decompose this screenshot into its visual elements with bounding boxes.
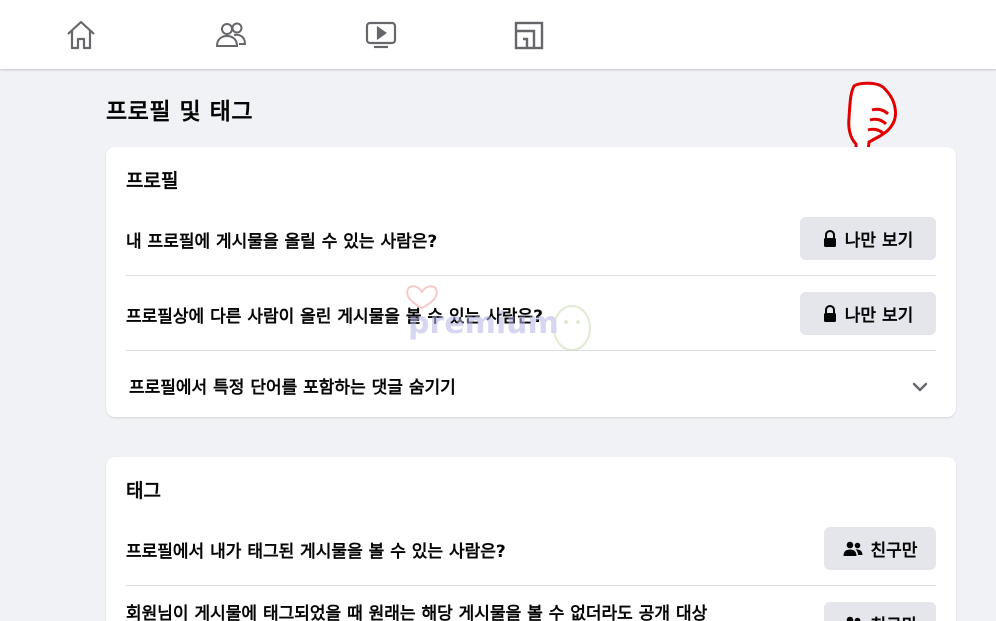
divider [126,350,936,351]
divider [126,585,936,586]
marketplace-icon[interactable] [512,18,546,52]
others-posts-visibility-button[interactable]: 나만 보기 [800,292,936,335]
tagged-audience-label: 회원님이 게시물에 태그되었을 때 원래는 해당 게시물을 볼 수 없더라도 공… [126,604,708,621]
tagged-posts-visibility-value: 친구만 [870,541,918,561]
tagged-audience-value: 친구만 [871,611,918,621]
profile-post-permission-value: 나만 보기 [844,231,914,251]
profile-section-title: 프로필 [126,170,179,192]
friends-icon[interactable] [214,18,248,52]
divider [126,275,936,276]
others-posts-visibility-value: 나만 보기 [844,306,914,326]
tagged-audience-button[interactable]: 친구만 [824,602,936,621]
lock-icon [823,229,837,248]
top-navigation-bar [0,0,996,69]
others-posts-visibility-label: 프로필상에 다른 사람이 올린 게시물을 볼 수 있는 사람은? [126,307,543,327]
tag-settings-card: 태그 프로필에서 내가 태그된 게시물을 볼 수 있는 사람은? 친구만 회원님… [106,457,956,621]
chevron-down-icon[interactable] [912,377,928,396]
tag-section-title: 태그 [126,480,161,502]
friends-icon [843,616,863,621]
page-title: 프로필 및 태그 [106,99,253,125]
profile-settings-card: 프로필 내 프로필에 게시물을 올릴 수 있는 사람은? 나만 보기 프로필상에… [106,147,956,417]
profile-post-permission-button[interactable]: 나만 보기 [800,217,936,260]
profile-post-permission-label: 내 프로필에 게시물을 올릴 수 있는 사람은? [126,232,438,252]
tagged-posts-visibility-button[interactable]: 친구만 [824,527,936,570]
tagged-posts-visibility-label: 프로필에서 내가 태그된 게시물을 볼 수 있는 사람은? [126,542,506,562]
watch-icon[interactable] [364,18,398,52]
friends-icon [843,541,863,557]
home-icon[interactable] [64,18,98,52]
lock-icon [823,304,837,323]
hide-comments-label[interactable]: 프로필에서 특정 단어를 포함하는 댓글 숨기기 [129,373,456,398]
